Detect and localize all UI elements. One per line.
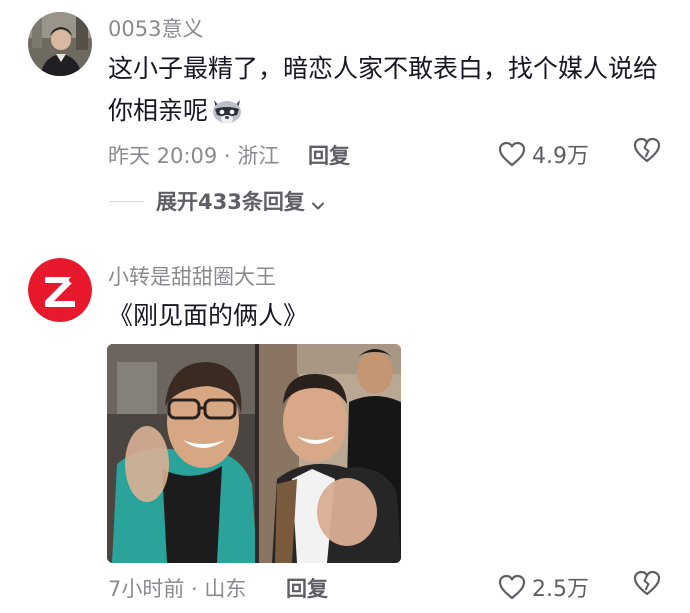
avatar[interactable] — [28, 258, 92, 322]
dislike-button[interactable] — [632, 569, 662, 599]
expand-replies-button[interactable]: 展开433条回复 — [110, 186, 325, 216]
comment-text: 《刚见面的俩人》 — [108, 301, 309, 330]
comment-meta: 昨天 20:09 · 浙江 回复 4.9万 — [108, 137, 668, 170]
like-button[interactable]: 2.5万 — [498, 569, 589, 605]
like-count: 2.5万 — [532, 577, 589, 602]
chevron-down-icon — [311, 194, 325, 210]
comment-username[interactable]: 0053意义 — [108, 13, 203, 43]
comment-text-content: 这小子最精了，暗恋人家不敢表白，找个媒人说给你相亲呢 — [108, 54, 659, 125]
avatar[interactable] — [28, 12, 92, 76]
broken-heart-icon — [633, 570, 661, 596]
avatar-photo — [28, 12, 92, 76]
dislike-button[interactable] — [632, 136, 662, 166]
heart-outline-icon — [498, 574, 526, 600]
reply-button[interactable]: 回复 — [308, 140, 350, 170]
like-button[interactable]: 4.9万 — [498, 136, 589, 172]
comment-username[interactable]: 小转是甜甜圈大王 — [108, 261, 276, 291]
comment-time-location: 昨天 20:09 · 浙江 — [108, 144, 280, 168]
comment-item: 0053意义 这小子最精了，暗恋人家不敢表白，找个媒人说给你相亲呢 昨天 20:… — [0, 0, 690, 230]
heart-outline-icon — [498, 141, 526, 167]
like-count: 4.9万 — [532, 144, 589, 169]
expand-replies-label: 展开433条回复 — [156, 190, 305, 214]
comment-time-location: 7小时前 · 山东 — [108, 577, 247, 601]
comment-image-attachment[interactable] — [107, 344, 401, 563]
divider — [110, 200, 144, 202]
photo-two-men-smiling-pointing — [107, 344, 401, 563]
comment-meta: 7小时前 · 山东 回复 2.5万 — [108, 570, 668, 603]
reply-button[interactable]: 回复 — [286, 573, 328, 603]
comment-text: 这小子最精了，暗恋人家不敢表白，找个媒人说给你相亲呢 — [108, 48, 668, 132]
brand-logo-icon — [28, 258, 92, 322]
raccoon-emoji-icon — [210, 94, 244, 124]
broken-heart-icon — [633, 137, 661, 163]
